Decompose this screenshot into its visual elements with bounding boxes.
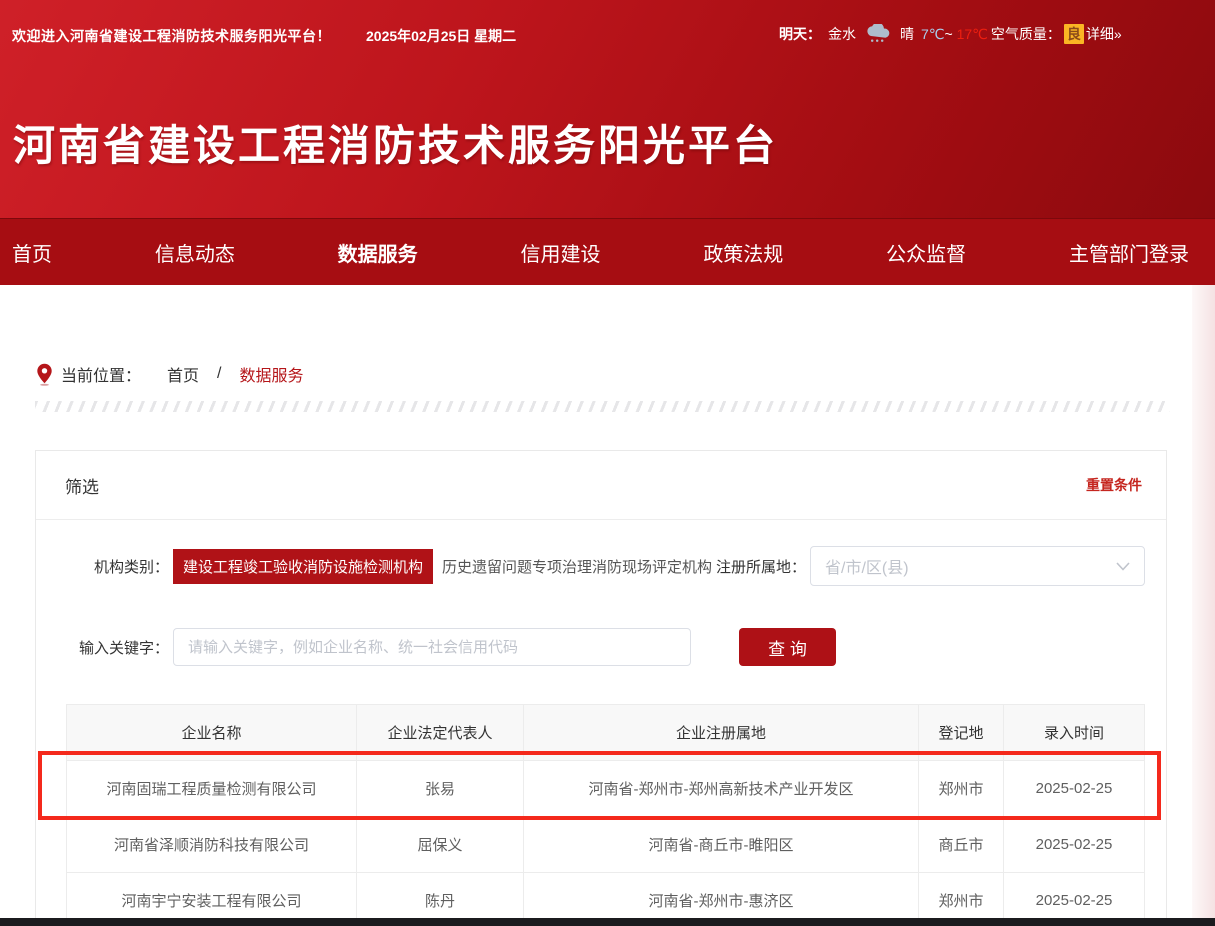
nav-item-supervision[interactable]: 公众监督 <box>886 238 966 267</box>
nav-item-home[interactable]: 首页 <box>12 238 52 267</box>
region-label: 注册所属地： <box>673 556 806 577</box>
column-header-legal-rep: 企业法定代表人 <box>357 705 524 761</box>
breadcrumb-separator: / <box>217 365 221 383</box>
nav-item-credit[interactable]: 信用建设 <box>520 238 600 267</box>
cell-registration-place: 郑州市 <box>919 761 1004 817</box>
region-select-placeholder: 省/市/区(县) <box>825 554 909 578</box>
nav-item-news[interactable]: 信息动态 <box>155 238 235 267</box>
column-header-company: 企业名称 <box>67 705 357 761</box>
weather-tilde: ~ <box>945 26 953 42</box>
filter-title: 筛选 <box>65 473 99 498</box>
region-select[interactable]: 省/市/区(县) <box>810 546 1145 586</box>
table-header-row: 企业名称 企业法定代表人 企业注册属地 登记地 录入时间 <box>67 705 1145 761</box>
results-table: 企业名称 企业法定代表人 企业注册属地 登记地 录入时间 河南固瑞工程质量检测有… <box>66 704 1145 926</box>
welcome-text: 欢迎进入河南省建设工程消防技术服务阳光平台！ <box>12 26 331 46</box>
weather-tomorrow-label: 明天： <box>779 24 821 44</box>
region-filter-group: 注册所属地： 省/市/区(县) <box>673 543 1145 589</box>
cell-legal-rep: 张易 <box>357 761 524 817</box>
cell-company-name: 河南固瑞工程质量检测有限公司 <box>67 761 357 817</box>
cell-entry-date: 2025-02-25 <box>1004 817 1145 873</box>
cell-entry-date: 2025-02-25 <box>1004 761 1145 817</box>
cell-registered-address: 河南省-郑州市-郑州高新技术产业开发区 <box>524 761 919 817</box>
cell-company-name: 河南省泽顺消防科技有限公司 <box>67 817 357 873</box>
cell-legal-rep: 屈保义 <box>357 817 524 873</box>
table-row: 河南省泽顺消防科技有限公司 屈保义 河南省-商丘市-睢阳区 商丘市 2025-0… <box>67 817 1145 873</box>
category-option-other[interactable]: 历史遗留问题专项治理消防现场评定机构 <box>442 556 712 577</box>
breadcrumb-current: 数据服务 <box>239 362 303 386</box>
page-title: 河南省建设工程消防技术服务阳光平台 <box>13 112 778 173</box>
reset-filters-link[interactable]: 重置条件 <box>1086 475 1142 495</box>
cell-registered-address: 河南省-商丘市-睢阳区 <box>524 817 919 873</box>
nav-item-data-service[interactable]: 数据服务 <box>338 238 418 267</box>
breadcrumb: 当前位置： 首页 / 数据服务 <box>36 362 304 386</box>
cloud-drizzle-icon <box>863 24 893 44</box>
column-header-address: 企业注册属地 <box>524 705 919 761</box>
weather-condition: 晴 <box>900 24 914 44</box>
search-button[interactable]: 查 询 <box>739 628 836 666</box>
column-header-entry-date: 录入时间 <box>1004 705 1145 761</box>
table-row: 河南固瑞工程质量检测有限公司 张易 河南省-郑州市-郑州高新技术产业开发区 郑州… <box>67 761 1145 817</box>
aqi-label: 空气质量： <box>991 24 1061 44</box>
page: 欢迎进入河南省建设工程消防技术服务阳光平台！ 2025年02月25日 星期二 明… <box>0 0 1215 926</box>
weather-district: 金水 <box>828 24 856 44</box>
weather-widget: 明天： 金水 晴 7℃~ 17℃ 空气质量： 良 详细» <box>779 24 1122 44</box>
weather-temp-range: 7℃~ 17℃ <box>921 26 988 43</box>
location-pin-icon <box>36 363 61 386</box>
aqi-badge: 良 <box>1064 24 1084 44</box>
nav-item-policy[interactable]: 政策法规 <box>703 238 783 267</box>
keyword-filter-row: 输入关键字： 查 询 <box>36 627 1166 667</box>
breadcrumb-home-link[interactable]: 首页 <box>167 362 199 386</box>
keyword-label: 输入关键字： <box>36 637 169 658</box>
filter-panel-header: 筛选 重置条件 <box>36 451 1166 520</box>
weather-low-temp: 7℃ <box>921 26 945 42</box>
topbar: 欢迎进入河南省建设工程消防技术服务阳光平台！ 2025年02月25日 星期二 明… <box>0 0 1215 60</box>
slash-divider <box>35 401 1170 412</box>
category-option-selected[interactable]: 建设工程竣工验收消防设施检测机构 <box>173 549 433 584</box>
cell-registration-place: 商丘市 <box>919 817 1004 873</box>
main-nav: 首页 信息动态 数据服务 信用建设 政策法规 公众监督 主管部门登录 <box>0 218 1215 285</box>
keyword-input[interactable] <box>173 628 691 666</box>
weather-detail-link[interactable]: 详细» <box>1086 24 1122 44</box>
column-header-registration-place: 登记地 <box>919 705 1004 761</box>
scrollbar[interactable] <box>1192 285 1215 926</box>
filter-panel: 筛选 重置条件 机构类别： 建设工程竣工验收消防设施检测机构 历史遗留问题专项治… <box>35 450 1167 926</box>
date-text: 2025年02月25日 星期二 <box>366 26 516 46</box>
site-header: 欢迎进入河南省建设工程消防技术服务阳光平台！ 2025年02月25日 星期二 明… <box>0 0 1215 218</box>
category-filter-row: 机构类别： 建设工程竣工验收消防设施检测机构 历史遗留问题专项治理消防现场评定机… <box>36 543 1166 589</box>
weather-high-temp: 17℃ <box>957 26 988 42</box>
breadcrumb-label: 当前位置： <box>61 362 141 386</box>
category-label: 机构类别： <box>36 556 169 577</box>
nav-item-admin-login[interactable]: 主管部门登录 <box>1069 238 1189 267</box>
chevron-down-icon <box>1116 562 1130 571</box>
window-edge <box>0 918 1215 926</box>
